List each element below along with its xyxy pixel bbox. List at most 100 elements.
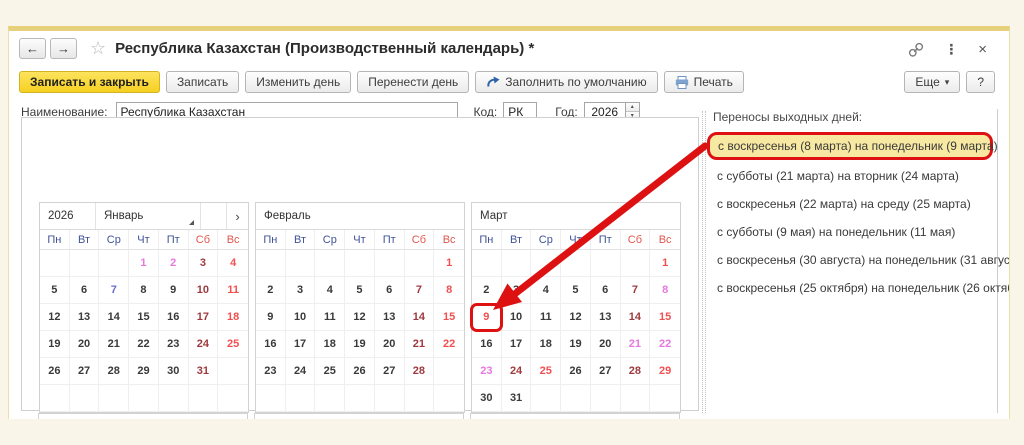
day-cell[interactable]: 16 xyxy=(256,331,286,358)
day-cell[interactable]: 17 xyxy=(286,331,316,358)
day-cell[interactable]: 27 xyxy=(375,358,405,385)
day-cell[interactable]: 7 xyxy=(405,277,435,304)
day-cell[interactable]: 6 xyxy=(591,277,621,304)
month-name[interactable]: Январь xyxy=(96,203,200,229)
day-cell[interactable]: 19 xyxy=(40,331,70,358)
day-cell[interactable]: 25 xyxy=(531,358,561,385)
close-icon[interactable]: × xyxy=(978,41,987,58)
transfer-item[interactable]: с субботы (9 мая) на понедельник (11 мая… xyxy=(709,218,997,246)
day-cell[interactable]: 27 xyxy=(591,358,621,385)
month-name[interactable]: Февраль xyxy=(256,203,464,229)
day-cell[interactable]: 30 xyxy=(159,358,189,385)
transfer-item[interactable]: с субботы (21 марта) на вторник (24 март… xyxy=(709,162,997,190)
day-cell[interactable]: 8 xyxy=(129,277,159,304)
month-next-icon[interactable]: › xyxy=(226,203,248,229)
day-cell[interactable]: 31 xyxy=(502,385,532,412)
day-cell[interactable]: 8 xyxy=(650,277,680,304)
save-button[interactable]: Записать xyxy=(166,71,239,93)
day-cell[interactable]: 14 xyxy=(99,304,129,331)
day-cell[interactable]: 31 xyxy=(189,358,219,385)
day-cell[interactable]: 2 xyxy=(159,250,189,277)
day-cell[interactable]: 26 xyxy=(561,358,591,385)
day-cell[interactable]: 13 xyxy=(591,304,621,331)
day-cell[interactable]: 21 xyxy=(621,331,651,358)
day-cell[interactable]: 1 xyxy=(129,250,159,277)
day-cell[interactable]: 7 xyxy=(621,277,651,304)
day-cell[interactable]: 12 xyxy=(345,304,375,331)
day-cell[interactable]: 20 xyxy=(375,331,405,358)
day-cell[interactable]: 22 xyxy=(434,331,464,358)
day-cell[interactable]: 4 xyxy=(218,250,248,277)
move-day-button[interactable]: Перенести день xyxy=(357,71,469,93)
day-cell[interactable]: 3 xyxy=(189,250,219,277)
day-cell[interactable]: 25 xyxy=(315,358,345,385)
day-cell[interactable]: 4 xyxy=(315,277,345,304)
day-cell[interactable]: 11 xyxy=(218,277,248,304)
day-cell[interactable]: 19 xyxy=(345,331,375,358)
favorite-star-icon[interactable]: ☆ xyxy=(90,38,106,58)
day-cell[interactable]: 28 xyxy=(621,358,651,385)
day-cell[interactable]: 23 xyxy=(472,358,502,385)
day-cell[interactable]: 5 xyxy=(561,277,591,304)
day-cell[interactable]: 17 xyxy=(502,331,532,358)
day-cell[interactable]: 30 xyxy=(472,385,502,412)
day-cell[interactable]: 1 xyxy=(650,250,680,277)
day-cell[interactable]: 6 xyxy=(375,277,405,304)
day-cell[interactable]: 15 xyxy=(434,304,464,331)
day-cell[interactable]: 23 xyxy=(159,331,189,358)
day-cell[interactable]: 14 xyxy=(621,304,651,331)
day-cell[interactable]: 11 xyxy=(531,304,561,331)
day-cell[interactable]: 9 xyxy=(472,304,502,331)
day-cell[interactable]: 20 xyxy=(70,331,100,358)
day-cell[interactable]: 13 xyxy=(70,304,100,331)
day-cell[interactable]: 16 xyxy=(472,331,502,358)
day-cell[interactable]: 28 xyxy=(405,358,435,385)
day-cell[interactable]: 5 xyxy=(40,277,70,304)
day-cell[interactable]: 10 xyxy=(502,304,532,331)
day-cell[interactable]: 12 xyxy=(40,304,70,331)
day-cell[interactable]: 21 xyxy=(405,331,435,358)
save-and-close-button[interactable]: Записать и закрыть xyxy=(19,71,160,93)
day-cell[interactable]: 24 xyxy=(502,358,532,385)
day-cell[interactable]: 2 xyxy=(472,277,502,304)
day-cell[interactable]: 15 xyxy=(129,304,159,331)
day-cell[interactable]: 2 xyxy=(256,277,286,304)
day-cell[interactable]: 4 xyxy=(531,277,561,304)
day-cell[interactable]: 26 xyxy=(40,358,70,385)
day-cell[interactable]: 23 xyxy=(256,358,286,385)
transfer-item[interactable]: с воскресенья (25 октября) на понедельни… xyxy=(709,274,997,302)
day-cell[interactable]: 17 xyxy=(189,304,219,331)
day-cell[interactable]: 10 xyxy=(286,304,316,331)
day-cell[interactable]: 21 xyxy=(99,331,129,358)
day-cell[interactable]: 22 xyxy=(650,331,680,358)
panel-splitter[interactable] xyxy=(702,111,706,413)
change-day-button[interactable]: Изменить день xyxy=(245,71,351,93)
day-cell[interactable]: 20 xyxy=(591,331,621,358)
day-cell[interactable]: 16 xyxy=(159,304,189,331)
day-cell[interactable]: 12 xyxy=(561,304,591,331)
day-cell[interactable]: 1 xyxy=(434,250,464,277)
day-cell[interactable]: 18 xyxy=(315,331,345,358)
day-cell[interactable]: 8 xyxy=(434,277,464,304)
day-cell[interactable]: 24 xyxy=(189,331,219,358)
month-name[interactable]: Март xyxy=(472,203,680,229)
day-cell[interactable]: 11 xyxy=(315,304,345,331)
day-cell[interactable]: 29 xyxy=(129,358,159,385)
transfer-item-highlighted[interactable]: с воскресенья (8 марта) на понедельник (… xyxy=(707,132,993,160)
day-cell[interactable]: 13 xyxy=(375,304,405,331)
day-cell[interactable]: 3 xyxy=(502,277,532,304)
day-cell[interactable]: 26 xyxy=(345,358,375,385)
menu-dots-icon[interactable]: ⋮ xyxy=(944,41,958,58)
day-cell[interactable]: 27 xyxy=(70,358,100,385)
day-cell[interactable]: 10 xyxy=(189,277,219,304)
transfer-item[interactable]: с воскресенья (30 августа) на понедельни… xyxy=(709,246,997,274)
day-cell[interactable]: 18 xyxy=(218,304,248,331)
forward-button[interactable]: → xyxy=(50,38,77,59)
day-cell[interactable]: 3 xyxy=(286,277,316,304)
help-button[interactable]: ? xyxy=(966,71,995,93)
day-cell[interactable]: 7 xyxy=(99,277,129,304)
day-cell[interactable]: 14 xyxy=(405,304,435,331)
year-spin-up-button[interactable]: ▴ xyxy=(626,103,639,111)
print-button[interactable]: Печать xyxy=(664,71,744,93)
day-cell[interactable]: 9 xyxy=(256,304,286,331)
